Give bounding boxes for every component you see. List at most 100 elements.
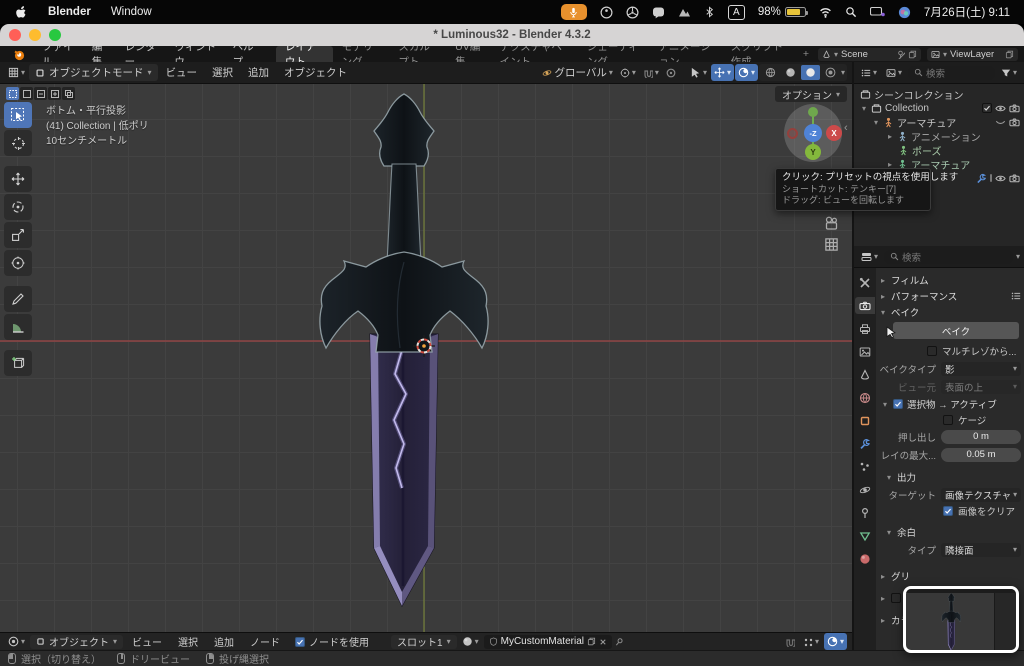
- workspace-tab-layout[interactable]: レイアウト: [276, 46, 333, 62]
- menu-render[interactable]: レンダー: [117, 46, 167, 62]
- cursor-tool[interactable]: [4, 130, 32, 156]
- select-mode-intersect-button[interactable]: [62, 87, 75, 100]
- shading-solid-button[interactable]: [781, 65, 800, 80]
- material-browse-button[interactable]: ▾: [459, 633, 482, 650]
- navigation-gizmo[interactable]: Y X -Z: [784, 104, 842, 162]
- select-mode-extend-button[interactable]: [20, 87, 33, 100]
- new-viewlayer-icon[interactable]: [1005, 50, 1014, 59]
- show-gizmo-button[interactable]: ▾: [711, 64, 734, 81]
- shader-menu-view[interactable]: ビュー: [125, 634, 169, 649]
- wifi-icon[interactable]: [819, 6, 832, 19]
- tab-tool[interactable]: [855, 274, 875, 291]
- object-visibility-button[interactable]: ▾: [687, 64, 710, 81]
- view-from-dropdown[interactable]: 表面の上▾: [941, 380, 1021, 394]
- tool-options-button[interactable]: オプション▾: [775, 86, 847, 102]
- chevron-right-icon[interactable]: ▸: [886, 132, 894, 141]
- tab-modifiers[interactable]: [855, 435, 875, 452]
- viewport-3d[interactable]: ボトム・平行投影 (41) Collection | 低ポリ 10センチメートル…: [0, 84, 852, 632]
- freestyle-checkbox[interactable]: [891, 593, 901, 603]
- copy-material-icon[interactable]: [587, 637, 596, 646]
- new-scene-icon[interactable]: [908, 50, 917, 59]
- workspace-tab-scripting[interactable]: スクリプト作成: [722, 46, 794, 62]
- menu-file[interactable]: ファイル: [34, 46, 84, 62]
- gizmo-y-handle[interactable]: Y: [805, 144, 821, 160]
- proportional-edit-button[interactable]: [663, 64, 679, 81]
- bake-type-dropdown[interactable]: 影▾: [941, 362, 1021, 376]
- shader-overlays-button[interactable]: ▾: [824, 633, 847, 650]
- target-dropdown[interactable]: 画像テクスチャ▾: [941, 488, 1021, 502]
- editor-type-button[interactable]: ▾: [5, 64, 28, 81]
- shader-editor-type-button[interactable]: ▾: [5, 633, 28, 650]
- menubar-datetime[interactable]: 7月26日(土) 9:11: [924, 4, 1010, 20]
- margin-type-dropdown[interactable]: 隣接面▾: [941, 543, 1021, 557]
- disable-render-camera-icon[interactable]: [1009, 117, 1020, 128]
- panel-grease-pencil[interactable]: ▸グリ: [879, 568, 1021, 584]
- disable-render-camera-icon[interactable]: [1009, 103, 1020, 114]
- battery-status[interactable]: 98%: [758, 6, 806, 18]
- gizmo-neg-x-handle[interactable]: [787, 128, 798, 139]
- workspace-tab-uv[interactable]: UV編集: [446, 46, 490, 62]
- menu-window[interactable]: ウィンドウ: [166, 46, 224, 62]
- selected-to-active-panel[interactable]: ▾ 選択物 → アクティブ: [881, 396, 1021, 412]
- gizmo-x-handle[interactable]: X: [826, 125, 842, 141]
- tab-object[interactable]: [855, 412, 875, 429]
- outliner-row-collection[interactable]: ▾ Collection: [854, 101, 1024, 115]
- workspace-tab-sculpting[interactable]: スカルプト: [389, 46, 446, 62]
- tab-physics[interactable]: [855, 481, 875, 498]
- closed-eye-icon[interactable]: [995, 117, 1006, 128]
- outliner-search-input[interactable]: 検索: [908, 66, 995, 80]
- snap-button[interactable]: ▾: [640, 64, 662, 81]
- scale-tool[interactable]: [4, 222, 32, 248]
- tab-object-data[interactable]: [855, 527, 875, 544]
- panel-film[interactable]: ▸フィルム: [879, 272, 1021, 288]
- tab-view-layer[interactable]: [855, 343, 875, 360]
- ortho-toggle-icon[interactable]: [824, 237, 839, 252]
- outliner-filter-button[interactable]: ▾: [998, 64, 1020, 81]
- shader-snap-target-button[interactable]: ▾: [800, 633, 822, 650]
- shader-menu-add[interactable]: 追加: [207, 634, 241, 649]
- disable-render-camera-icon[interactable]: [1009, 173, 1020, 184]
- viewport-menu-add[interactable]: 追加: [241, 65, 276, 80]
- viewlayer-selector[interactable]: ▾ ViewLayer: [927, 48, 1018, 61]
- outliner-display-mode-button[interactable]: ▾: [858, 64, 880, 81]
- shader-menu-select[interactable]: 選択: [171, 634, 205, 649]
- wheel-menu-icon[interactable]: [626, 6, 639, 19]
- properties-editor-type-button[interactable]: ▾: [858, 248, 881, 265]
- shading-material-button[interactable]: [801, 65, 820, 80]
- unpin-icon[interactable]: [896, 50, 905, 59]
- move-tool[interactable]: [4, 166, 32, 192]
- use-nodes-toggle[interactable]: ノードを使用: [289, 634, 375, 649]
- menu-help[interactable]: ヘルプ: [225, 46, 266, 62]
- properties-options-dropdown[interactable]: ▾: [1016, 252, 1020, 261]
- transform-tool[interactable]: [4, 250, 32, 276]
- close-window-button[interactable]: [9, 29, 21, 41]
- orientation-selector[interactable]: グローバル▾: [539, 64, 615, 81]
- hide-eye-icon[interactable]: [995, 173, 1006, 184]
- mode-selector[interactable]: オブジェクトモード ▾: [29, 64, 158, 81]
- show-overlays-button[interactable]: ▾: [735, 64, 758, 81]
- tab-material[interactable]: [855, 550, 875, 567]
- viewport-menu-select[interactable]: 選択: [205, 65, 240, 80]
- slot-selector[interactable]: スロット1▾: [391, 635, 457, 649]
- tab-render[interactable]: [855, 297, 875, 314]
- shader-mode-selector[interactable]: オブジェクト ▾: [30, 635, 123, 649]
- shader-snap-button[interactable]: [782, 633, 798, 650]
- shader-menu-node[interactable]: ノード: [243, 634, 287, 649]
- camera-view-icon[interactable]: [824, 216, 839, 231]
- max-ray-field[interactable]: 0.05 m: [941, 448, 1021, 462]
- chevron-down-icon[interactable]: ▾: [872, 118, 880, 127]
- selected-to-active-checkbox[interactable]: [893, 399, 903, 409]
- annotate-tool[interactable]: [4, 286, 32, 312]
- zoom-window-button[interactable]: [49, 29, 61, 41]
- line-app-menu-icon[interactable]: [652, 6, 665, 19]
- shading-dropdown[interactable]: ▾: [841, 68, 845, 77]
- from-multires-row[interactable]: マルチレゾから...: [927, 342, 1021, 359]
- cage-row[interactable]: ケージ: [943, 413, 1021, 427]
- tab-world[interactable]: [855, 389, 875, 406]
- clear-image-checkbox[interactable]: [943, 506, 953, 516]
- apple-menu-icon[interactable]: [14, 5, 28, 19]
- pivot-point-button[interactable]: ▾: [617, 64, 639, 81]
- shading-rendered-button[interactable]: [821, 65, 840, 80]
- outliner-row-pose[interactable]: ポーズ: [854, 143, 1024, 157]
- pin-icon[interactable]: [612, 634, 626, 648]
